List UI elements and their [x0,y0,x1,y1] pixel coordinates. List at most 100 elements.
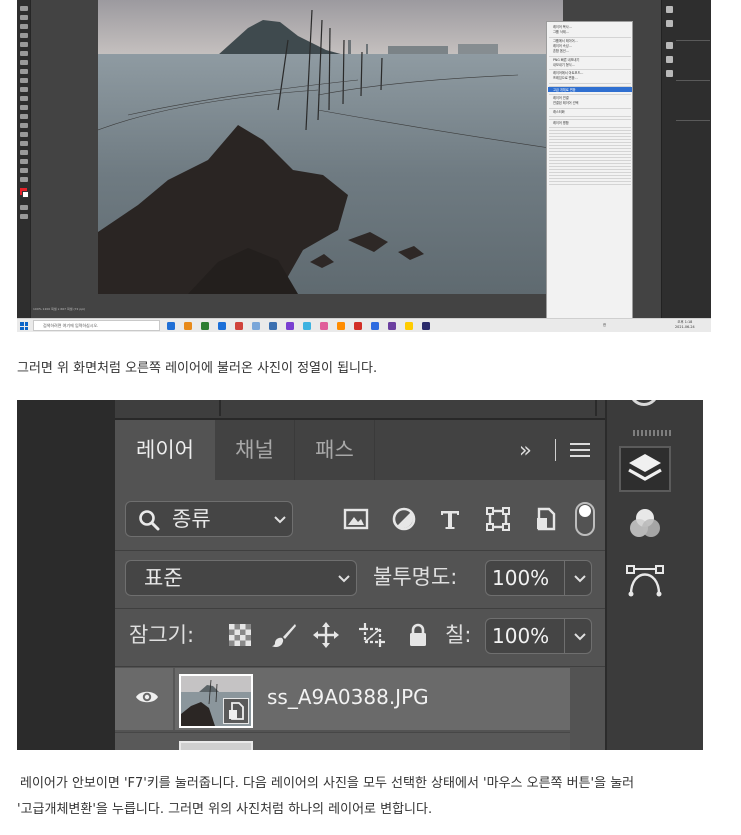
background-color-swatch[interactable] [22,191,29,198]
tab-paths[interactable]: 패스 [295,420,375,480]
eraser-tool-icon[interactable] [20,105,28,110]
taskbar-app-icon[interactable] [388,322,396,330]
layer-row[interactable]: ss_A9A0388.JPG [115,668,570,730]
eyedropper-tool-icon[interactable] [20,60,28,65]
taskbar-app-icon[interactable] [269,322,277,330]
fill-input[interactable]: 100% [485,618,592,654]
chevron-down-icon[interactable] [574,633,586,641]
tab-channels[interactable]: 채널 [215,420,295,480]
chevron-down-icon[interactable] [574,575,586,583]
artboard-lock-icon[interactable] [359,622,385,648]
layer-context-menu[interactable]: 레이어 복사... 그룹 삭제... 그룹에서 레이어... 레이어 속성... 혼합 … [546,21,633,321]
healing-tool-icon[interactable] [20,69,28,74]
taskbar-app-icon[interactable] [235,322,243,330]
panel-menu-icon[interactable] [570,443,590,457]
blend-mode-dropdown[interactable]: 표준 [125,560,357,596]
photo-canvas[interactable] [98,0,563,294]
tray-language-indicator[interactable]: 한 [603,323,606,327]
menu-item[interactable]: 레이어 연결 [553,96,569,100]
marquee-tool-icon[interactable] [20,15,28,20]
adjustment-layer-filter-icon[interactable] [391,506,417,532]
menu-item[interactable]: 프레임으로 변환... [553,76,578,80]
taskbar-app-icon[interactable] [354,322,362,330]
tab-layers[interactable]: 레이어 [115,420,215,480]
gradient-tool-icon[interactable] [20,114,28,119]
brush-icon[interactable] [271,622,297,648]
layers-icon[interactable] [619,446,671,492]
move-tool-icon[interactable] [20,6,28,11]
panel-dock-icon[interactable] [666,20,673,27]
type-tool-icon[interactable] [20,150,28,155]
taskbar-app-icon[interactable] [303,322,311,330]
layer-filter-toggle[interactable] [575,502,595,536]
move-icon[interactable] [313,622,339,648]
crop-tool-icon[interactable] [20,42,28,47]
menu-item[interactable]: 그룹 삭제... [553,30,569,34]
taskbar-app-icon[interactable] [167,322,175,330]
clone-stamp-tool-icon[interactable] [20,87,28,92]
taskbar-app-icon[interactable] [405,322,413,330]
right-panel-strip[interactable] [661,0,711,318]
opacity-value[interactable]: 100% [492,564,549,592]
shape-layer-filter-icon[interactable] [485,506,511,532]
taskbar-app-icon[interactable] [286,322,294,330]
layer-filter-kind-dropdown[interactable]: 종류 [125,501,293,537]
taskbar-app-icon[interactable] [201,322,209,330]
taskbar-app-icon[interactable] [371,322,379,330]
menu-item[interactable]: 연결된 레이어 선택 [553,101,579,105]
layer-thumbnail[interactable] [179,741,253,750]
brush-tool-icon[interactable] [20,78,28,83]
blur-tool-icon[interactable] [20,123,28,128]
menu-item[interactable]: 레이어 병합 [553,121,569,125]
system-tray[interactable]: 한 [603,322,606,327]
path-select-tool-icon[interactable] [20,159,28,164]
taskbar-search-box[interactable]: 검색하려면 여기에 입력하십시오. [33,320,160,331]
layer-name[interactable]: ss_A9A0388.JPG [267,682,429,712]
layers-panel[interactable]: 레이어 채널 패스 » 종류 표준 불투명도: 100% 잠그기: 칠: 100… [115,420,605,750]
panel-expand-icon[interactable]: » [519,438,532,462]
dodge-tool-icon[interactable] [20,132,28,137]
taskbar-app-icon[interactable] [252,322,260,330]
menu-item[interactable]: 혼합 옵션... [553,49,569,53]
type-layer-filter-icon[interactable] [437,506,463,532]
menu-item[interactable]: 래스터화 [553,110,565,114]
photoshop-toolbar[interactable] [17,0,31,318]
taskbar-app-icon[interactable] [218,322,226,330]
quick-mask-icon[interactable] [20,205,28,210]
menu-item[interactable]: 레이어 속성... [553,44,572,48]
eye-icon[interactable] [135,688,159,706]
lock-icon[interactable] [405,622,431,648]
taskbar-app-icon[interactable] [422,322,430,330]
screen-mode-icon[interactable] [20,214,28,219]
channels-icon[interactable] [619,502,671,548]
channels-panel-icon[interactable] [666,56,673,63]
layer-thumbnail[interactable] [179,674,253,728]
taskbar-app-icon[interactable] [337,322,345,330]
history-brush-tool-icon[interactable] [20,96,28,101]
hand-tool-icon[interactable] [20,177,28,182]
lock-transparency-icon[interactable] [227,622,253,648]
taskbar-app-icon[interactable] [184,322,192,330]
fill-value[interactable]: 100% [492,622,549,650]
smart-object-filter-icon[interactable] [533,506,559,532]
layers-panel-icon[interactable] [666,42,673,49]
taskbar-clock[interactable]: 오후 1:18 2021-06-24 [675,320,695,330]
taskbar-app-icon[interactable] [320,322,328,330]
menu-item[interactable]: PNG 빠른 내보내기 [553,58,579,62]
menu-item[interactable]: 그룹에서 레이어... [553,39,578,43]
frame-tool-icon[interactable] [20,51,28,56]
layer-row[interactable] [115,732,570,750]
opacity-input[interactable]: 100% [485,560,592,596]
menu-item-convert-to-smart-object[interactable]: 고급 개체로 변환 [553,88,576,92]
pixel-layer-filter-icon[interactable] [343,506,369,532]
menu-item[interactable]: 내보내기 형식... [553,63,575,67]
lasso-tool-icon[interactable] [20,24,28,29]
quick-select-tool-icon[interactable] [20,33,28,38]
windows-start-icon[interactable] [20,322,28,330]
shape-tool-icon[interactable] [20,168,28,173]
dock-grip-handle[interactable] [633,430,673,436]
dock-collapse-icon[interactable] [629,400,659,406]
menu-item[interactable]: 레이어에서 아트보드... [553,71,583,75]
menu-item[interactable]: 레이어 복사... [553,25,572,29]
pen-tool-icon[interactable] [20,141,28,146]
